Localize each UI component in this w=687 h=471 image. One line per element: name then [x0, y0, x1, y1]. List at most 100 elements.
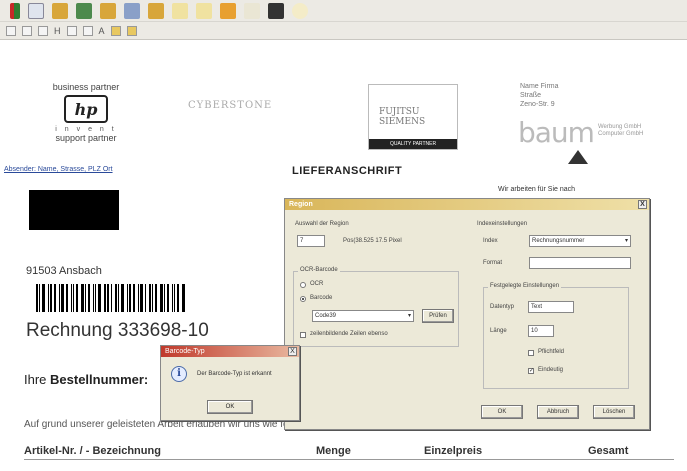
- secondary-toolbar: H A: [0, 22, 687, 40]
- open-folder-icon[interactable]: [52, 2, 68, 19]
- address-line: Zeno-Str. 9: [520, 101, 555, 108]
- barcode-popup-titlebar[interactable]: Barcode-Typ X: [161, 346, 299, 357]
- region-dialog: Region X Auswahl der Region 7 Pos(38.525…: [284, 198, 650, 430]
- region-dialog-title: Region: [289, 201, 313, 208]
- index-select-value: Rechnungsnummer: [532, 238, 585, 244]
- eindeutig-label: Eindeutig: [538, 367, 564, 373]
- sender-line: Absender: Name, Strasse, PLZ Ort: [4, 166, 113, 173]
- column-header-einzelpreis: Einzelpreis: [424, 445, 483, 457]
- column-header-artikel: Artikel-Nr. / - Bezeichnung: [24, 445, 161, 457]
- barcode-bar: [133, 284, 135, 312]
- copy-icon[interactable]: [196, 2, 212, 19]
- undo-icon[interactable]: [172, 2, 188, 19]
- help-icon[interactable]: [292, 2, 308, 19]
- region-desc: Pos(38.525 17.5 Pixel: [343, 238, 402, 244]
- ocr-radio-label: OCR: [310, 281, 324, 287]
- barcode-bar: [152, 284, 153, 312]
- barcode-bar: [36, 284, 38, 312]
- festgelegt-group: Festgelegte Einstellungen Datentyp Text …: [483, 283, 629, 389]
- barcode-bar: [174, 284, 175, 312]
- page-icon[interactable]: [6, 25, 16, 36]
- new-doc-icon[interactable]: [28, 2, 44, 19]
- chevron-down-icon[interactable]: ▾: [408, 311, 411, 321]
- print-icon[interactable]: [124, 2, 140, 19]
- fujitsu-text: FUJITSU SIEMENS: [379, 107, 426, 127]
- highlight-icon[interactable]: [126, 25, 137, 36]
- barcode-bar: [88, 284, 90, 312]
- barcode-bar: [48, 284, 49, 312]
- hp-partner-logo: business partner hp i n v e n t support …: [36, 82, 136, 143]
- barcode-type-value: Code39: [315, 313, 337, 319]
- barcode-popup-title: Barcode-Typ: [165, 348, 205, 355]
- barcode-bar: [145, 284, 146, 312]
- ok-button[interactable]: OK: [481, 405, 523, 419]
- disk-icon[interactable]: [268, 2, 284, 19]
- barcode-bar: [61, 284, 64, 312]
- nav-first-icon[interactable]: [22, 25, 32, 36]
- barcode-type-select[interactable]: Code39 ▾: [312, 310, 414, 322]
- barcode-bar: [39, 284, 40, 312]
- datentyp-field[interactable]: Text: [528, 301, 574, 313]
- nav-prev-icon[interactable]: [38, 25, 48, 36]
- open-icon[interactable]: [100, 2, 116, 19]
- barcode-bar: [93, 284, 94, 312]
- pflichtfeld-checkbox[interactable]: [528, 350, 534, 356]
- close-icon[interactable]: X: [288, 347, 297, 356]
- barcode-bar: [177, 284, 179, 312]
- blank-icon[interactable]: [244, 2, 260, 19]
- barcode-bar: [107, 284, 109, 312]
- eindeutig-checkbox[interactable]: ✓: [528, 368, 534, 374]
- abbruch-button[interactable]: Abbruch: [537, 405, 579, 419]
- format-label: Format: [483, 260, 503, 266]
- barcode-bar: [50, 284, 52, 312]
- chevron-down-icon[interactable]: ▾: [625, 236, 628, 246]
- address-right: Name Firma Straße Zeno-Str. 9: [520, 82, 559, 109]
- region-spinner[interactable]: 7: [297, 235, 325, 247]
- grid-icon[interactable]: [66, 25, 77, 36]
- region-dialog-titlebar[interactable]: Region X: [285, 199, 649, 210]
- barcode-bar: [172, 284, 173, 312]
- toolbar-text-h[interactable]: H: [54, 26, 61, 36]
- barcode-bar: [59, 284, 60, 312]
- folder-icon[interactable]: [148, 2, 164, 19]
- invoice-barcode: [36, 284, 186, 312]
- column-header-menge: Menge: [316, 445, 351, 457]
- loeschen-button[interactable]: Löschen: [593, 405, 635, 419]
- barcode-bar: [118, 284, 119, 312]
- order-number-bold: Bestellnummer:: [50, 372, 149, 387]
- baum-logo-text: baum: [518, 116, 595, 149]
- barcode-bar: [182, 284, 185, 312]
- barcode-bar: [95, 284, 96, 312]
- save-icon[interactable]: [76, 2, 92, 19]
- barcode-radio[interactable]: [300, 296, 306, 302]
- barcode-popup-message: Der Barcode-Typ ist erkannt: [197, 371, 272, 377]
- paste-icon[interactable]: [220, 2, 236, 19]
- redacted-address-block: [29, 190, 119, 230]
- zeilen-checkbox[interactable]: [300, 332, 306, 338]
- wir-arbeiten-text: Wir arbeiten für Sie nach: [498, 186, 576, 193]
- popup-ok-button[interactable]: OK: [207, 400, 253, 414]
- layout-icon[interactable]: [82, 25, 93, 36]
- laenge-field[interactable]: 10: [528, 325, 554, 337]
- app-icon[interactable]: [10, 2, 20, 19]
- barcode-bar: [76, 284, 78, 312]
- index-label: Index: [483, 238, 498, 244]
- barcode-bar: [66, 284, 68, 312]
- pruefen-button[interactable]: Prüfen: [422, 309, 454, 323]
- toolbar-text-a[interactable]: A: [99, 26, 105, 36]
- format-input[interactable]: [529, 257, 631, 269]
- barcode-type-popup: Barcode-Typ X i Der Barcode-Typ ist erka…: [160, 345, 300, 421]
- order-number-label: Ihre Bestellnummer:: [24, 372, 148, 387]
- index-select[interactable]: Rechnungsnummer ▾: [529, 235, 631, 247]
- color-icon[interactable]: [110, 25, 121, 36]
- hp-logo-icon: hp: [64, 95, 108, 123]
- barcode-bar: [155, 284, 157, 312]
- hp-bottom-text: support partner: [55, 133, 117, 143]
- ocr-radio[interactable]: [300, 282, 306, 288]
- barcode-bar: [164, 284, 165, 312]
- zeilen-checkbox-label: zeilenbildende Zeilen ebenso: [310, 331, 388, 337]
- barcode-bar: [81, 284, 84, 312]
- barcode-bar: [42, 284, 45, 312]
- close-icon[interactable]: X: [638, 200, 647, 209]
- column-header-gesamt: Gesamt: [588, 445, 629, 457]
